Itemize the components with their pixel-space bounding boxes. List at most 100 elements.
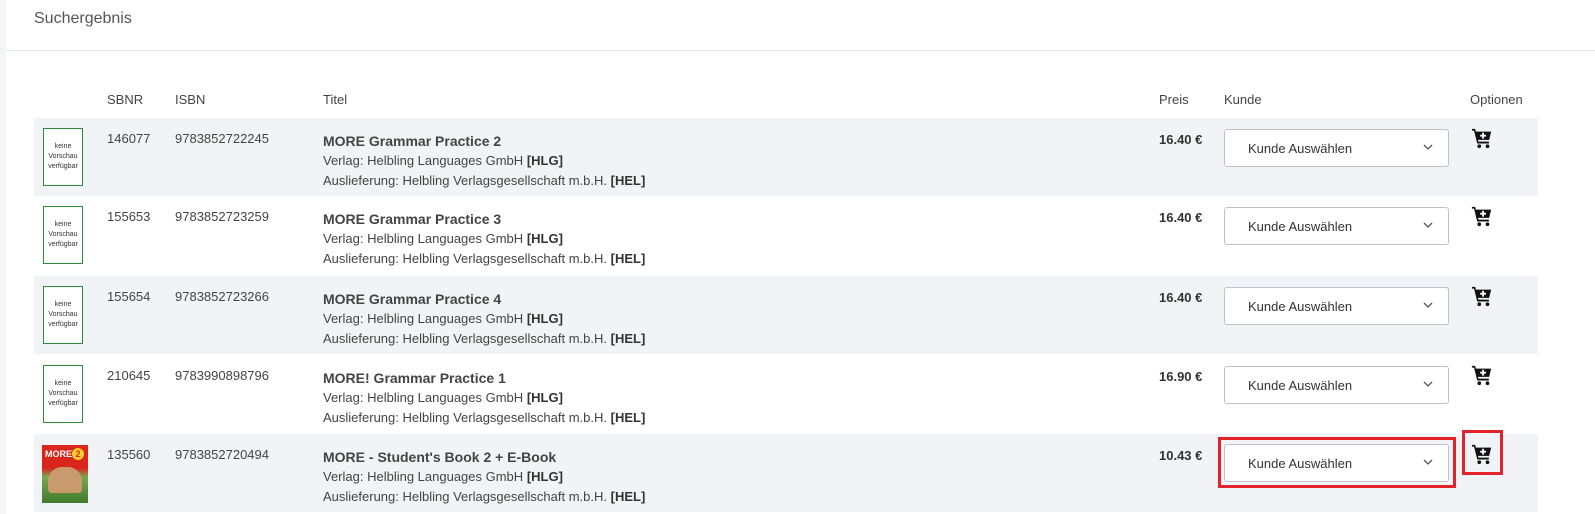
isbn-value: 9783990898796 — [175, 368, 269, 383]
kunde-select-value: Kunde Auswählen — [1248, 219, 1353, 234]
thumb-line: keine — [54, 301, 72, 308]
chevron-down-icon — [1423, 381, 1433, 387]
auslieferung-text: Auslieferung: Helbling Verlagsgesellscha… — [323, 489, 607, 504]
thumb-line: Vorschau — [48, 231, 78, 238]
title-block: MORE Grammar Practice 3 Verlag: Helbling… — [323, 209, 645, 269]
kunde-select-value: Kunde Auswählen — [1248, 141, 1353, 156]
verlag-text: Verlag: Helbling Languages GmbH — [323, 390, 524, 405]
thumb-line: verfügbar — [48, 241, 78, 248]
sbnr-value: 155653 — [107, 209, 151, 224]
auslieferung-line: Auslieferung: Helbling Verlagsgesellscha… — [323, 408, 645, 428]
verlag-text: Verlag: Helbling Languages GmbH — [323, 469, 524, 484]
auslieferung-code: [HEL] — [610, 410, 646, 425]
thumb-line: keine — [54, 221, 72, 228]
verlag-code: [HLG] — [526, 390, 563, 405]
auslieferung-line: Auslieferung: Helbling Verlagsgesellscha… — [323, 249, 645, 269]
chevron-down-icon — [1423, 144, 1433, 150]
table-row: keine Vorschau verfügbar 155653 97838527… — [34, 196, 1538, 274]
title-block: MORE Grammar Practice 2 Verlag: Helbling… — [323, 131, 645, 191]
thumb-line: keine — [54, 380, 72, 387]
verlag-line: Verlag: Helbling Languages GmbH [HLG] — [323, 309, 645, 329]
add-to-cart-icon[interactable] — [1471, 205, 1493, 227]
thumb-line: keine — [54, 143, 72, 150]
thumb-line: Vorschau — [48, 311, 78, 318]
auslieferung-line: Auslieferung: Helbling Verlagsgesellscha… — [323, 487, 645, 507]
product-title[interactable]: MORE! Grammar Practice 1 — [323, 368, 645, 388]
thumb-line: Vorschau — [48, 153, 78, 160]
no-preview-thumbnail: keine Vorschau verfügbar — [43, 365, 83, 423]
auslieferung-line: Auslieferung: Helbling Verlagsgesellscha… — [323, 171, 645, 191]
verlag-line: Verlag: Helbling Languages GmbH [HLG] — [323, 229, 645, 249]
kunde-select[interactable]: Kunde Auswählen — [1224, 287, 1449, 325]
header-isbn: ISBN — [175, 92, 206, 107]
isbn-value: 9783852723259 — [175, 209, 269, 224]
sbnr-value: 146077 — [107, 131, 151, 146]
product-title[interactable]: MORE Grammar Practice 2 — [323, 131, 645, 151]
header-kunde: Kunde — [1224, 92, 1262, 107]
verlag-line: Verlag: Helbling Languages GmbH [HLG] — [323, 151, 645, 171]
cover-illustration — [48, 467, 82, 493]
section-title: Suchergebnis — [6, 0, 1595, 51]
auslieferung-code: [HEL] — [610, 331, 646, 346]
auslieferung-text: Auslieferung: Helbling Verlagsgesellscha… — [323, 251, 607, 266]
title-block: MORE! Grammar Practice 1 Verlag: Helblin… — [323, 368, 645, 428]
header-sbnr: SBNR — [107, 92, 144, 107]
thumb-line: verfügbar — [48, 163, 78, 170]
thumb-line: Vorschau — [48, 390, 78, 397]
price-value: 16.40 € — [1159, 290, 1203, 305]
auslieferung-code: [HEL] — [610, 251, 646, 266]
verlag-text: Verlag: Helbling Languages GmbH — [323, 311, 524, 326]
book-cover-image: MORE! 2 — [42, 445, 88, 503]
verlag-text: Verlag: Helbling Languages GmbH — [323, 153, 524, 168]
highlight-cart-button — [1462, 430, 1503, 475]
header-optionen: Optionen — [1470, 92, 1523, 107]
verlag-code: [HLG] — [526, 153, 563, 168]
add-to-cart-icon[interactable] — [1471, 364, 1493, 386]
no-preview-thumbnail: keine Vorschau verfügbar — [43, 206, 83, 264]
kunde-select[interactable]: Kunde Auswählen — [1224, 129, 1449, 167]
isbn-value: 9783852722245 — [175, 131, 269, 146]
kunde-select[interactable]: Kunde Auswählen — [1224, 366, 1449, 404]
auslieferung-code: [HEL] — [610, 489, 646, 504]
price-value: 10.43 € — [1159, 448, 1203, 463]
isbn-value: 9783852723266 — [175, 289, 269, 304]
isbn-value: 9783852720494 — [175, 447, 269, 462]
table-row: keine Vorschau verfügbar 210645 97839908… — [34, 355, 1538, 433]
verlag-code: [HLG] — [526, 231, 563, 246]
auslieferung-text: Auslieferung: Helbling Verlagsgesellscha… — [323, 410, 607, 425]
add-to-cart-icon[interactable] — [1471, 285, 1493, 307]
product-title[interactable]: MORE - Student's Book 2 + E-Book — [323, 447, 645, 467]
add-to-cart-icon[interactable] — [1471, 127, 1493, 149]
title-block: MORE Grammar Practice 4 Verlag: Helbling… — [323, 289, 645, 349]
verlag-text: Verlag: Helbling Languages GmbH — [323, 231, 524, 246]
sbnr-value: 135560 — [107, 447, 151, 462]
kunde-select-value: Kunde Auswählen — [1248, 299, 1353, 314]
verlag-code: [HLG] — [526, 469, 563, 484]
price-value: 16.40 € — [1159, 210, 1203, 225]
verlag-code: [HLG] — [526, 311, 563, 326]
table-row: keine Vorschau verfügbar 155654 97838527… — [34, 276, 1538, 354]
thumb-line: verfügbar — [48, 321, 78, 328]
kunde-select-value: Kunde Auswählen — [1248, 378, 1353, 393]
product-title[interactable]: MORE Grammar Practice 3 — [323, 209, 645, 229]
table-row: keine Vorschau verfügbar 146077 97838527… — [34, 118, 1538, 196]
chevron-down-icon — [1423, 222, 1433, 228]
auslieferung-text: Auslieferung: Helbling Verlagsgesellscha… — [323, 331, 607, 346]
cover-title: MORE! — [45, 449, 75, 459]
verlag-line: Verlag: Helbling Languages GmbH [HLG] — [323, 388, 645, 408]
product-title[interactable]: MORE Grammar Practice 4 — [323, 289, 645, 309]
no-preview-thumbnail: keine Vorschau verfügbar — [43, 128, 83, 186]
sbnr-value: 155654 — [107, 289, 151, 304]
thumb-line: verfügbar — [48, 400, 78, 407]
auslieferung-code: [HEL] — [610, 173, 646, 188]
header-titel: Titel — [323, 92, 348, 107]
auslieferung-text: Auslieferung: Helbling Verlagsgesellscha… — [323, 173, 607, 188]
price-value: 16.40 € — [1159, 132, 1203, 147]
price-value: 16.90 € — [1159, 369, 1203, 384]
kunde-select[interactable]: Kunde Auswählen — [1224, 207, 1449, 245]
cover-number: 2 — [72, 448, 84, 460]
verlag-line: Verlag: Helbling Languages GmbH [HLG] — [323, 467, 645, 487]
sbnr-value: 210645 — [107, 368, 151, 383]
auslieferung-line: Auslieferung: Helbling Verlagsgesellscha… — [323, 329, 645, 349]
no-preview-thumbnail: keine Vorschau verfügbar — [43, 286, 83, 344]
